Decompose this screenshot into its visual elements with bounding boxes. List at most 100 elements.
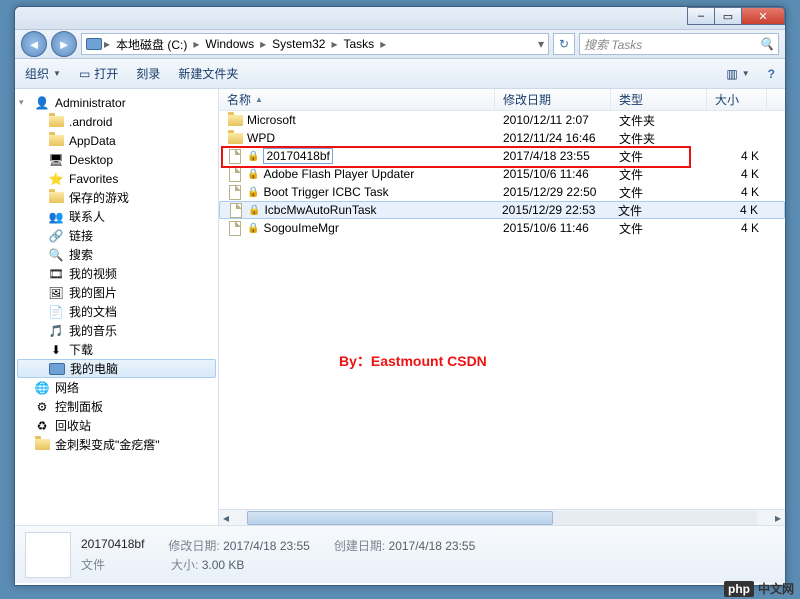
tree-item[interactable]: 我的电脑 [17,359,216,378]
tree-item[interactable]: ♻回收站 [15,416,218,435]
scroll-thumb[interactable] [247,511,553,525]
tree-item[interactable]: ▾ 👤 Administrator [15,93,218,112]
scroll-track[interactable] [247,511,757,525]
tree-item[interactable]: 📄我的文档 [15,302,218,321]
details-pane: 20170418bf 修改日期: 2017/4/18 23:55 创建日期: 2… [15,525,785,583]
tree-item[interactable]: .android [15,112,218,131]
minimize-button[interactable]: – [687,7,715,25]
lock-icon: 🔒 [247,151,259,162]
tree-item[interactable]: 金刺梨变成"金疙瘩" [15,435,218,454]
file-size: 4 K [707,185,767,199]
horizontal-scrollbar[interactable]: ◂ ▸ [219,509,785,525]
file-list[interactable]: Microsoft2010/12/11 2:07文件夹WPD2012/11/24… [219,111,785,509]
scroll-right-icon[interactable]: ▸ [771,511,785,525]
tree-item-label: 回收站 [55,417,91,434]
file-type: 文件 [611,220,707,237]
crumb-tasks[interactable]: Tasks [340,37,379,51]
file-row[interactable]: Microsoft2010/12/11 2:07文件夹 [219,111,785,129]
details-size-label: 大小: [171,558,198,572]
titlebar[interactable]: – ▭ ✕ [15,7,785,29]
tree-item[interactable]: AppData [15,131,218,150]
tree-item[interactable]: 保存的游戏 [15,188,218,207]
tree-item[interactable]: ⭐Favorites [15,169,218,188]
breadcrumb[interactable]: ▸ 本地磁盘 (C:) ▸ Windows ▸ System32 ▸ Tasks… [81,33,549,55]
tree-item-label: .android [69,115,112,129]
search-placeholder: 搜索 Tasks [584,36,642,53]
site-brand: php 中文网 [724,580,794,597]
col-size[interactable]: 大小 [707,89,767,110]
tree-item[interactable]: 🎞我的视频 [15,264,218,283]
file-row[interactable]: 🔒IcbcMwAutoRunTask2015/12/29 22:53文件4 K [219,201,785,219]
tree-item-label: 网络 [55,379,79,396]
file-row[interactable]: 🔒Boot Trigger ICBC Task2015/12/29 22:50文… [219,183,785,201]
tree-item-label: 链接 [69,227,93,244]
file-row[interactable]: 🔒Adobe Flash Player Updater2015/10/6 11:… [219,165,785,183]
tree-item-label: 金刺梨变成"金疙瘩" [55,436,160,453]
chevron-icon: ▾ [19,97,29,108]
crumb-windows[interactable]: Windows [201,37,258,51]
tree-item[interactable]: 🔍搜索 [15,245,218,264]
chevron-down-icon[interactable]: ▾ [538,37,544,51]
file-icon [227,220,243,236]
tree-item[interactable]: 🔗链接 [15,226,218,245]
tree-item-label: 我的文档 [69,303,117,320]
chevron-right-icon: ▸ [260,37,266,51]
nav-back-button[interactable]: ◄ [21,31,47,57]
chevron-down-icon: ▼ [742,69,750,78]
cpl-icon: ⚙ [34,399,50,415]
file-row[interactable]: 🔒20170418bf2017/4/18 23:55文件4 K [219,147,785,165]
file-size: 4 K [706,203,766,217]
chevron-right-icon: ▸ [380,37,386,51]
close-button[interactable]: ✕ [741,7,785,25]
tree-item-label: 我的图片 [69,284,117,301]
fav-icon: ⭐ [48,171,64,187]
file-date: 2015/12/29 22:53 [494,203,610,217]
help-button[interactable]: ? [768,67,775,81]
col-type[interactable]: 类型 [611,89,707,110]
tree-item-label: Administrator [55,96,126,110]
crumb-drive[interactable]: 本地磁盘 (C:) [112,36,191,53]
view-menu[interactable]: ▥▼ [726,67,749,81]
tree-item[interactable]: ⚙控制面板 [15,397,218,416]
brand-cn: 中文网 [758,580,794,597]
file-type: 文件夹 [611,112,707,129]
net-icon: 🌐 [34,380,50,396]
tree-item[interactable]: 👥联系人 [15,207,218,226]
tree-item[interactable]: ⬇下载 [15,340,218,359]
watermark-text: By：Eastmount CSDN [339,351,487,371]
crumb-system32[interactable]: System32 [268,37,329,51]
tree-item-label: 联系人 [69,208,105,225]
file-icon [227,148,243,164]
file-name: Microsoft [247,113,296,127]
tree-item[interactable]: 🎵我的音乐 [15,321,218,340]
user-icon: 👤 [34,95,50,111]
scroll-left-icon[interactable]: ◂ [219,511,233,525]
file-type: 文件 [611,184,707,201]
col-name[interactable]: 名称▲ [219,89,495,110]
tree-item-label: 搜索 [69,246,93,263]
chevron-right-icon: ▸ [193,37,199,51]
tree-item-label: 我的视频 [69,265,117,282]
burn-button[interactable]: 刻录 [136,65,160,82]
organize-menu[interactable]: 组织▼ [25,65,61,82]
refresh-button[interactable]: ↻ [553,33,575,55]
file-row[interactable]: 🔒SogouImeMgr2015/10/6 11:46文件4 K [219,219,785,237]
open-button[interactable]: ▭打开 [79,65,118,82]
col-date[interactable]: 修改日期 [495,89,611,110]
new-folder-button[interactable]: 新建文件夹 [178,65,238,82]
details-mod-label: 修改日期: [168,539,219,553]
brand-php: php [724,581,754,597]
details-filename: 20170418bf [81,537,144,554]
tree-item[interactable]: 🌐 网络 [15,378,218,397]
lock-icon: 🔒 [248,205,260,216]
tree-item-label: 下载 [69,341,93,358]
folder-icon [227,130,243,146]
search-input[interactable]: 搜索 Tasks 🔍 [579,33,779,55]
maximize-button[interactable]: ▭ [714,7,742,25]
tree-item[interactable]: 🖼我的图片 [15,283,218,302]
nav-forward-button[interactable]: ► [51,31,77,57]
navigation-pane[interactable]: ▾ 👤 Administrator .android AppData🖥Desktop⭐F… [15,89,219,525]
tree-item[interactable]: 🖥Desktop [15,150,218,169]
file-size: 4 K [707,149,767,163]
file-row[interactable]: WPD2012/11/24 16:46文件夹 [219,129,785,147]
